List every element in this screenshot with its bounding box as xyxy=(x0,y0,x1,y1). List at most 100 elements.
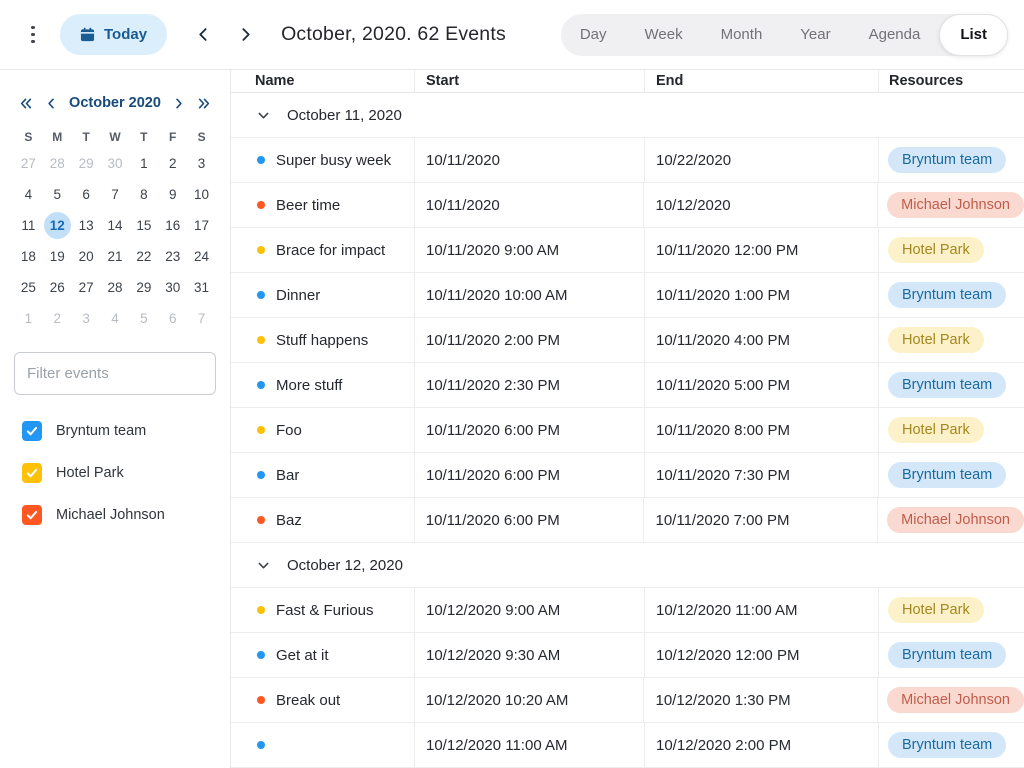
view-button-week[interactable]: Week xyxy=(626,14,702,56)
event-row[interactable]: Dinner10/11/2020 10:00 AM10/11/2020 1:00… xyxy=(231,273,1024,318)
mini-calendar-day-4[interactable]: 4 xyxy=(101,303,130,334)
mini-calendar-day-27[interactable]: 27 xyxy=(72,272,101,303)
mini-calendar-day-18[interactable]: 18 xyxy=(14,241,43,272)
view-button-year[interactable]: Year xyxy=(781,14,849,56)
mini-calendar-day-15[interactable]: 15 xyxy=(129,210,158,241)
checkbox-checked-icon[interactable] xyxy=(22,463,42,483)
group-header-row[interactable]: October 12, 2020 xyxy=(231,543,1024,588)
checkbox-checked-icon[interactable] xyxy=(22,505,42,525)
resource-item-michael-johnson[interactable]: Michael Johnson xyxy=(22,505,216,525)
event-start-cell: 10/12/2020 11:00 AM xyxy=(415,723,645,767)
event-color-dot-icon xyxy=(257,651,265,659)
menu-kebab-icon[interactable] xyxy=(24,26,42,44)
event-row[interactable]: Stuff happens10/11/2020 2:00 PM10/11/202… xyxy=(231,318,1024,363)
mini-calendar-day-25[interactable]: 25 xyxy=(14,272,43,303)
resource-badge: Bryntum team xyxy=(888,282,1006,308)
mini-calendar-day-30[interactable]: 30 xyxy=(158,272,187,303)
resource-label: Michael Johnson xyxy=(56,507,165,523)
mini-calendar-day-31[interactable]: 31 xyxy=(187,272,216,303)
view-button-day[interactable]: Day xyxy=(561,14,626,56)
mini-calendar-day-13[interactable]: 13 xyxy=(72,210,101,241)
mini-calendar-day-19[interactable]: 19 xyxy=(43,241,72,272)
event-row[interactable]: Baz10/11/2020 6:00 PM10/11/2020 7:00 PMM… xyxy=(231,498,1024,543)
resource-badge: Bryntum team xyxy=(888,732,1006,758)
mini-calendar-day-1[interactable]: 1 xyxy=(129,148,158,179)
column-header-resources[interactable]: Resources xyxy=(879,70,1024,92)
previous-month-icon[interactable] xyxy=(45,97,58,110)
event-row[interactable]: Foo10/11/2020 6:00 PM10/11/2020 8:00 PMH… xyxy=(231,408,1024,453)
filter-events-input[interactable] xyxy=(14,352,216,395)
event-resources-cell: Bryntum team xyxy=(879,633,1024,677)
mini-calendar-day-8[interactable]: 8 xyxy=(129,179,158,210)
next-button[interactable] xyxy=(225,15,265,55)
mini-calendar-day-2[interactable]: 2 xyxy=(43,303,72,334)
event-row[interactable]: Break out10/12/2020 10:20 AM10/12/2020 1… xyxy=(231,678,1024,723)
mini-calendar-day-7[interactable]: 7 xyxy=(101,179,130,210)
mini-calendar-day-1[interactable]: 1 xyxy=(14,303,43,334)
mini-calendar-day-16[interactable]: 16 xyxy=(158,210,187,241)
mini-calendar-day-17[interactable]: 17 xyxy=(187,210,216,241)
mini-calendar-day-28[interactable]: 28 xyxy=(101,272,130,303)
column-header-end[interactable]: End xyxy=(645,70,879,92)
mini-calendar-day-2[interactable]: 2 xyxy=(158,148,187,179)
event-row[interactable]: Brace for impact10/11/2020 9:00 AM10/11/… xyxy=(231,228,1024,273)
mini-calendar-day-29[interactable]: 29 xyxy=(72,148,101,179)
checkbox-checked-icon[interactable] xyxy=(22,421,42,441)
mini-calendar-day-27[interactable]: 27 xyxy=(14,148,43,179)
group-header-row[interactable]: October 11, 2020 xyxy=(231,93,1024,138)
view-button-agenda[interactable]: Agenda xyxy=(850,14,940,56)
event-row[interactable]: More stuff10/11/2020 2:30 PM10/11/2020 5… xyxy=(231,363,1024,408)
mini-calendar-day-3[interactable]: 3 xyxy=(72,303,101,334)
chevron-down-icon[interactable] xyxy=(257,109,270,122)
mini-calendar-day-21[interactable]: 21 xyxy=(101,241,130,272)
today-button[interactable]: Today xyxy=(60,14,167,55)
mini-calendar-day-23[interactable]: 23 xyxy=(158,241,187,272)
resource-item-hotel-park[interactable]: Hotel Park xyxy=(22,463,216,483)
mini-calendar-day-6[interactable]: 6 xyxy=(158,303,187,334)
chevron-down-icon[interactable] xyxy=(257,559,270,572)
toolbar: Today October, 2020. 62 Events DayWeekMo… xyxy=(0,0,1024,70)
mini-calendar-day-26[interactable]: 26 xyxy=(43,272,72,303)
resource-badge: Bryntum team xyxy=(888,462,1006,488)
view-button-month[interactable]: Month xyxy=(702,14,782,56)
event-row[interactable]: Super busy week10/11/202010/22/2020Brynt… xyxy=(231,138,1024,183)
mini-calendar-day-6[interactable]: 6 xyxy=(72,179,101,210)
mini-calendar-day-20[interactable]: 20 xyxy=(72,241,101,272)
event-row[interactable]: Bar10/11/2020 6:00 PM10/11/2020 7:30 PMB… xyxy=(231,453,1024,498)
mini-calendar-day-5[interactable]: 5 xyxy=(43,179,72,210)
event-row[interactable]: Get at it10/12/2020 9:30 AM10/12/2020 12… xyxy=(231,633,1024,678)
resource-badge: Hotel Park xyxy=(888,417,984,443)
mini-calendar-day-3[interactable]: 3 xyxy=(187,148,216,179)
mini-calendar-day-14[interactable]: 14 xyxy=(101,210,130,241)
event-color-dot-icon xyxy=(257,291,265,299)
view-button-list[interactable]: List xyxy=(939,14,1008,56)
previous-year-icon[interactable] xyxy=(19,97,33,110)
mini-calendar-day-10[interactable]: 10 xyxy=(187,179,216,210)
event-row[interactable]: Beer time10/11/202010/12/2020Michael Joh… xyxy=(231,183,1024,228)
column-header-name[interactable]: Name xyxy=(231,70,415,92)
mini-calendar-day-28[interactable]: 28 xyxy=(43,148,72,179)
resource-item-bryntum-team[interactable]: Bryntum team xyxy=(22,421,216,441)
weekday-label: S xyxy=(14,130,43,144)
event-row[interactable]: 10/12/2020 11:00 AM10/12/2020 2:00 PMBry… xyxy=(231,723,1024,768)
previous-button[interactable] xyxy=(183,15,223,55)
resource-label: Hotel Park xyxy=(56,465,124,481)
mini-calendar-day-29[interactable]: 29 xyxy=(129,272,158,303)
mini-calendar-day-30[interactable]: 30 xyxy=(101,148,130,179)
resource-badge: Hotel Park xyxy=(888,237,984,263)
mini-calendar-day-22[interactable]: 22 xyxy=(129,241,158,272)
next-year-icon[interactable] xyxy=(197,97,211,110)
column-header-start[interactable]: Start xyxy=(415,70,645,92)
mini-calendar-day-4[interactable]: 4 xyxy=(14,179,43,210)
event-color-dot-icon xyxy=(257,381,265,389)
event-resources-cell: Bryntum team xyxy=(879,363,1024,407)
mini-calendar-day-5[interactable]: 5 xyxy=(129,303,158,334)
mini-calendar-day-24[interactable]: 24 xyxy=(187,241,216,272)
event-start-cell: 10/11/2020 6:00 PM xyxy=(415,453,645,497)
mini-calendar-day-9[interactable]: 9 xyxy=(158,179,187,210)
mini-calendar-day-12[interactable]: 12 xyxy=(43,210,72,241)
event-row[interactable]: Fast & Furious10/12/2020 9:00 AM10/12/20… xyxy=(231,588,1024,633)
next-month-icon[interactable] xyxy=(172,97,185,110)
mini-calendar-day-7[interactable]: 7 xyxy=(187,303,216,334)
mini-calendar-day-11[interactable]: 11 xyxy=(14,210,43,241)
